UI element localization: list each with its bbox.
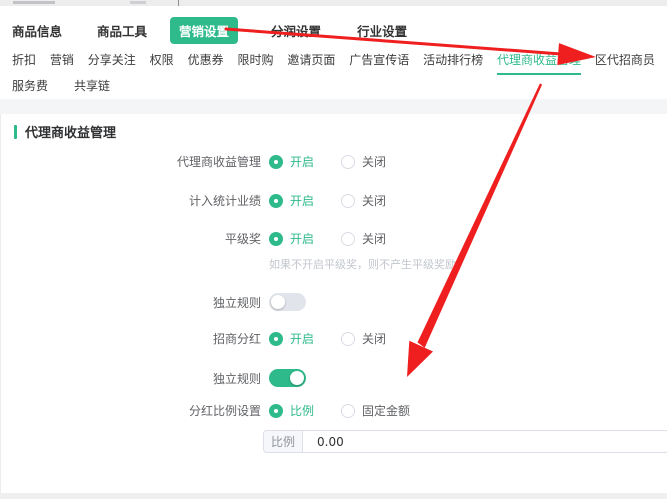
form-row-investment-dividend: 招商分红 开启 关闭 bbox=[1, 330, 667, 347]
ratio-input-group: 比例 0.00 bbox=[263, 430, 667, 453]
subtab-permission[interactable]: 权限 bbox=[150, 51, 174, 73]
form-row-count-performance: 计入统计业绩 开启 关闭 bbox=[1, 192, 667, 209]
toggle-off[interactable] bbox=[269, 293, 306, 311]
form-row-peer-award: 平级奖 开启 关闭 bbox=[1, 230, 667, 247]
bottom-page-margin bbox=[0, 493, 667, 499]
radio-on[interactable]: 开启 bbox=[269, 330, 314, 347]
radio-selected-icon bbox=[269, 194, 283, 208]
toggle-on[interactable] bbox=[269, 369, 306, 387]
radio-fixed-amount[interactable]: 固定金额 bbox=[341, 402, 410, 419]
tab-industry-settings[interactable]: 行业设置 bbox=[357, 21, 407, 40]
radio-label: 比例 bbox=[290, 402, 314, 419]
field-label: 招商分红 bbox=[1, 330, 261, 347]
radio-off[interactable]: 关闭 bbox=[341, 230, 386, 247]
top-clipped-row bbox=[0, 0, 667, 6]
input-prefix-label: 比例 bbox=[264, 431, 303, 452]
page: 商品信息 商品工具 营销设置 分润设置 行业设置 折扣 营销 分享关注 权限 优… bbox=[0, 0, 667, 499]
section-header: 代理商收益管理 bbox=[1, 114, 667, 141]
primary-tab-bar: 商品信息 商品工具 营销设置 分润设置 行业设置 bbox=[0, 15, 667, 45]
radio-ratio[interactable]: 比例 bbox=[269, 402, 314, 419]
radio-label: 关闭 bbox=[362, 330, 386, 347]
section-gap bbox=[0, 99, 667, 114]
radio-label: 开启 bbox=[290, 230, 314, 247]
clipped-text-fragment bbox=[13, 1, 55, 4]
radio-label: 固定金额 bbox=[362, 402, 410, 419]
clipped-divider bbox=[178, 0, 179, 6]
form-row-agent-income: 代理商收益管理 开启 关闭 bbox=[1, 153, 667, 170]
radio-off[interactable]: 关闭 bbox=[341, 330, 386, 347]
subtab-marketing[interactable]: 营销 bbox=[50, 51, 74, 73]
section-title: 代理商收益管理 bbox=[25, 122, 116, 141]
radio-unselected-icon bbox=[341, 404, 355, 418]
radio-unselected-icon bbox=[341, 155, 355, 169]
radio-label: 关闭 bbox=[362, 230, 386, 247]
radio-off[interactable]: 关闭 bbox=[341, 153, 386, 170]
tertiary-tab-bar: 服务费 共享链 bbox=[0, 75, 667, 95]
field-label: 分红比例设置 bbox=[1, 402, 261, 419]
clipped-text-fragment bbox=[130, 1, 146, 4]
radio-unselected-icon bbox=[341, 194, 355, 208]
peer-award-hint: 如果不开启平级奖，则不产生平级奖励 bbox=[269, 256, 667, 272]
radio-on[interactable]: 开启 bbox=[269, 153, 314, 170]
subtab-share-chain[interactable]: 共享链 bbox=[74, 77, 110, 94]
field-label: 平级奖 bbox=[1, 230, 261, 247]
subtab-share-follow[interactable]: 分享关注 bbox=[88, 51, 136, 73]
subtab-area-agent[interactable]: 区代招商员 bbox=[595, 51, 655, 73]
radio-selected-icon bbox=[269, 404, 283, 418]
radio-off[interactable]: 关闭 bbox=[341, 192, 386, 209]
subtab-activity-rank[interactable]: 活动排行榜 bbox=[423, 51, 483, 73]
subtab-flash-sale[interactable]: 限时购 bbox=[237, 51, 273, 73]
radio-label: 开启 bbox=[290, 192, 314, 209]
radio-label: 开启 bbox=[290, 330, 314, 347]
form-row-independent-rule-1: 独立规则 bbox=[1, 293, 667, 311]
content-card: 代理商收益管理 代理商收益管理 开启 关闭 计入 bbox=[0, 114, 667, 493]
subtab-service-fee[interactable]: 服务费 bbox=[12, 77, 48, 94]
radio-unselected-icon bbox=[341, 232, 355, 246]
field-label: 独立规则 bbox=[1, 370, 261, 387]
field-label: 代理商收益管理 bbox=[1, 153, 261, 170]
radio-label: 开启 bbox=[290, 153, 314, 170]
tabs-card: 商品信息 商品工具 营销设置 分润设置 行业设置 折扣 营销 分享关注 权限 优… bbox=[0, 6, 667, 99]
radio-label: 关闭 bbox=[362, 153, 386, 170]
radio-on[interactable]: 开启 bbox=[269, 230, 314, 247]
subtab-invite-page[interactable]: 邀请页面 bbox=[287, 51, 335, 73]
tab-marketing-settings-active[interactable]: 营销设置 bbox=[170, 17, 238, 44]
radio-selected-icon bbox=[269, 232, 283, 246]
tab-product-tools[interactable]: 商品工具 bbox=[97, 21, 147, 40]
toggle-knob bbox=[290, 371, 304, 385]
form-row-dividend-ratio-setting: 分红比例设置 比例 固定金额 bbox=[1, 402, 667, 419]
subtab-agent-income-active[interactable]: 代理商收益管理 bbox=[497, 51, 581, 75]
toggle-knob bbox=[271, 295, 285, 309]
ratio-input[interactable]: 0.00 bbox=[303, 431, 667, 452]
field-label: 计入统计业绩 bbox=[1, 192, 261, 209]
radio-unselected-icon bbox=[341, 332, 355, 346]
form-row-independent-rule-2: 独立规则 bbox=[1, 369, 667, 387]
radio-selected-icon bbox=[269, 332, 283, 346]
section-accent-bar bbox=[14, 125, 17, 139]
radio-label: 关闭 bbox=[362, 192, 386, 209]
tab-profit-settings[interactable]: 分润设置 bbox=[271, 21, 321, 40]
settings-form: 代理商收益管理 开启 关闭 计入统计业绩 bbox=[1, 153, 667, 453]
field-label: 独立规则 bbox=[1, 294, 261, 311]
tab-product-info[interactable]: 商品信息 bbox=[12, 21, 62, 40]
secondary-tab-bar: 折扣 营销 分享关注 权限 优惠券 限时购 邀请页面 广告宣传语 活动排行榜 代… bbox=[0, 51, 667, 75]
subtab-coupon[interactable]: 优惠券 bbox=[188, 51, 224, 73]
subtab-discount[interactable]: 折扣 bbox=[12, 51, 36, 73]
radio-selected-icon bbox=[269, 155, 283, 169]
subtab-ad-slogan[interactable]: 广告宣传语 bbox=[349, 51, 409, 73]
radio-on[interactable]: 开启 bbox=[269, 192, 314, 209]
